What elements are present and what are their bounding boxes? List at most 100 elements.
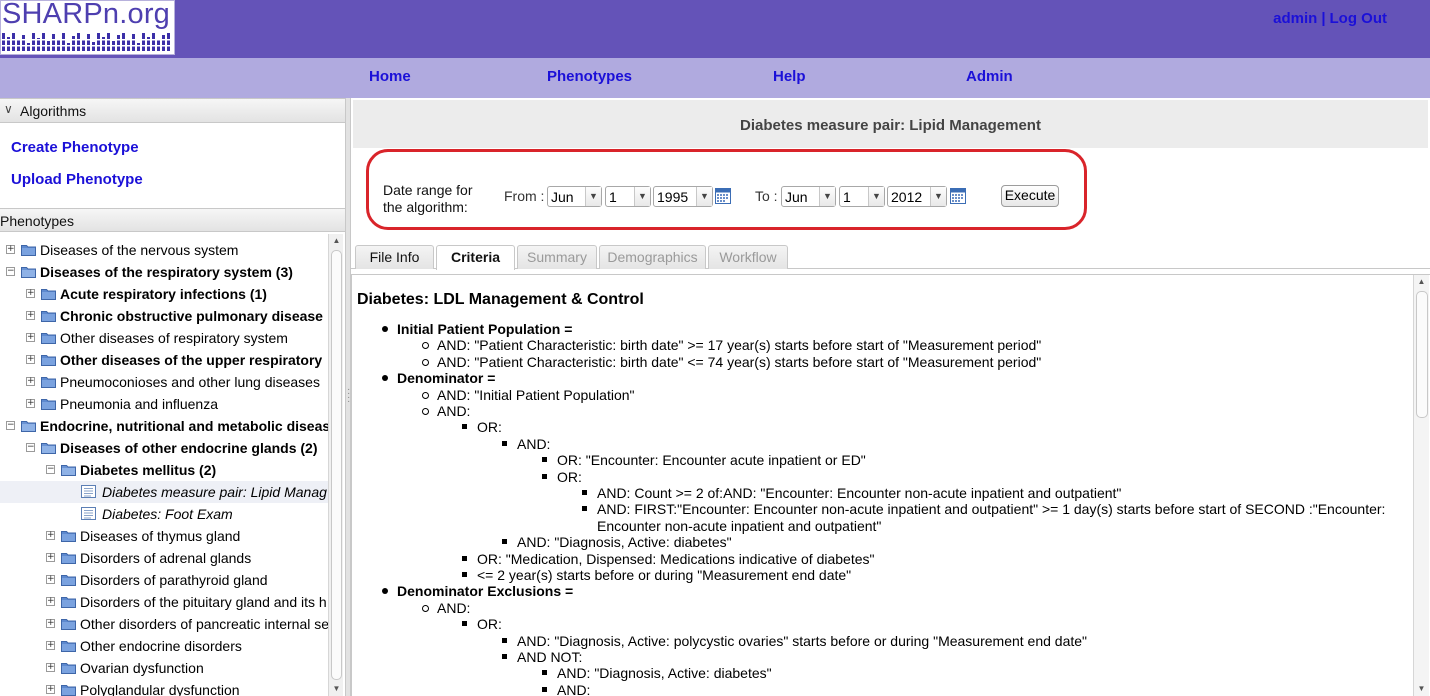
chevron-down-icon[interactable]: ▼ — [634, 187, 650, 206]
expand-icon[interactable]: + — [26, 333, 35, 342]
bullet-circle-icon — [422, 604, 429, 612]
tree-row[interactable]: + Other diseases of the upper respiratory — [0, 349, 330, 371]
tree-row[interactable]: + Acute respiratory infections (1) — [0, 283, 330, 305]
tab-summary: Summary — [517, 245, 597, 269]
chevron-down-icon[interactable]: ▼ — [930, 187, 946, 206]
criteria-line: Denominator Exclusions = — [397, 583, 574, 600]
collapse-icon[interactable]: − — [6, 421, 15, 430]
expand-icon[interactable]: + — [46, 619, 55, 628]
criteria-line: Denominator = — [397, 370, 496, 387]
criteria-line: AND NOT: — [517, 649, 583, 665]
chevron-down-icon[interactable]: ▼ — [585, 187, 601, 206]
tree-row[interactable]: − Diseases of the respiratory system (3) — [0, 261, 330, 283]
collapse-icon[interactable]: − — [26, 443, 35, 452]
criteria-line: AND: Count >= 2 of:AND: "Encounter: Enco… — [597, 485, 1122, 501]
chevron-down-icon[interactable]: ▼ — [696, 187, 712, 206]
tree-scroll-thumb[interactable] — [331, 250, 342, 680]
criteria-line: AND: — [437, 403, 471, 419]
expand-icon[interactable]: + — [26, 377, 35, 386]
tree-row[interactable]: + Diseases of the nervous system — [0, 239, 330, 261]
tree-row[interactable]: + Polyglandular dysfunction — [0, 679, 330, 696]
expand-icon[interactable]: + — [46, 641, 55, 650]
date-range-label: Date range for the algorithm: — [383, 182, 473, 216]
tab-criteria[interactable]: Criteria — [436, 245, 515, 270]
from-calendar-icon[interactable] — [715, 188, 731, 204]
nav-home[interactable]: Home — [369, 68, 411, 85]
expand-icon[interactable]: + — [26, 355, 35, 364]
expand-icon[interactable]: + — [46, 531, 55, 540]
scroll-down-icon[interactable]: ▼ — [329, 682, 344, 696]
nav-admin[interactable]: Admin — [966, 68, 1013, 85]
tree-row[interactable]: + Pneumonia and influenza — [0, 393, 330, 415]
bullet-disc-icon — [382, 375, 388, 382]
main-nav: Home Phenotypes Help Admin — [0, 58, 1430, 98]
tree-row[interactable]: + Other disorders of pancreatic internal … — [0, 613, 330, 635]
tree-row[interactable]: + Chronic obstructive pulmonary disease — [0, 305, 330, 327]
to-calendar-icon[interactable] — [950, 188, 966, 204]
from-day-select[interactable]: 1 ▼ — [605, 186, 651, 207]
expand-icon[interactable]: + — [46, 553, 55, 562]
tree-row[interactable]: + Other diseases of respiratory system — [0, 327, 330, 349]
tree-item-label: Pneumonia and influenza — [60, 396, 219, 412]
collapse-icon[interactable]: − — [6, 267, 15, 276]
sharpn-logo[interactable]: SHARPn.org — [0, 0, 175, 55]
app-header: SHARPn.org admin | Log Out — [0, 0, 1430, 58]
phenotypes-panel-header[interactable]: Phenotypes — [0, 208, 345, 232]
from-day-value: 1 — [609, 189, 617, 205]
expand-icon[interactable]: + — [46, 575, 55, 584]
create-phenotype-link[interactable]: Create Phenotype — [11, 139, 139, 156]
folder-icon — [41, 353, 56, 366]
folder-open-icon — [21, 265, 36, 278]
tree-row[interactable]: + Disorders of parathyroid gland — [0, 569, 330, 591]
content-scroll-thumb[interactable] — [1416, 291, 1428, 418]
tree-row[interactable]: + Pneumoconioses and other lung diseases — [0, 371, 330, 393]
expand-icon[interactable]: + — [26, 289, 35, 298]
upload-phenotype-link[interactable]: Upload Phenotype — [11, 171, 143, 188]
tree-row[interactable]: Diabetes measure pair: Lipid Manag — [0, 481, 330, 503]
tree-row[interactable]: + Other endocrine disorders — [0, 635, 330, 657]
collapse-chevron-icon[interactable]: ∨ — [4, 102, 13, 116]
nav-phenotypes[interactable]: Phenotypes — [547, 68, 632, 85]
expand-icon[interactable]: + — [46, 597, 55, 606]
folder-icon — [61, 683, 76, 696]
tab-file-info[interactable]: File Info — [355, 245, 434, 269]
criteria-line: AND: "Diagnosis, Active: diabetes" — [517, 534, 732, 551]
expand-icon[interactable]: + — [26, 311, 35, 320]
expand-icon[interactable]: + — [46, 663, 55, 672]
from-year-select[interactable]: 1995 ▼ — [653, 186, 713, 207]
tree-row[interactable]: + Diseases of thymus gland — [0, 525, 330, 547]
scroll-up-icon[interactable]: ▲ — [329, 234, 344, 248]
scroll-up-icon[interactable]: ▲ — [1414, 275, 1429, 289]
to-month-select[interactable]: Jun ▼ — [781, 186, 836, 207]
expand-icon[interactable]: + — [26, 399, 35, 408]
chevron-down-icon[interactable]: ▼ — [819, 187, 835, 206]
tree-row[interactable]: Diabetes: Foot Exam — [0, 503, 330, 525]
from-month-select[interactable]: Jun ▼ — [547, 186, 602, 207]
chevron-down-icon[interactable]: ▼ — [868, 187, 884, 206]
tree-row[interactable]: + Ovarian dysfunction — [0, 657, 330, 679]
collapse-icon[interactable]: − — [46, 465, 55, 474]
admin-link[interactable]: admin — [1273, 10, 1317, 27]
expand-icon[interactable]: + — [6, 245, 15, 254]
nav-help[interactable]: Help — [773, 68, 806, 85]
expand-icon[interactable]: + — [46, 685, 55, 694]
folder-icon — [61, 617, 76, 630]
criteria-line: <= 2 year(s) starts before or during "Me… — [477, 567, 852, 583]
execute-button[interactable]: Execute — [1001, 185, 1059, 207]
scroll-down-icon[interactable]: ▼ — [1414, 682, 1429, 696]
tree-scrollbar[interactable]: ▲ ▼ — [328, 234, 343, 696]
bullet-square-icon — [582, 506, 587, 512]
tree-row[interactable]: − Endocrine, nutritional and metabolic di… — [0, 415, 330, 437]
content-scrollbar[interactable]: ▲ ▼ — [1413, 275, 1429, 696]
to-year-select[interactable]: 2012 ▼ — [887, 186, 947, 207]
to-day-select[interactable]: 1 ▼ — [839, 186, 885, 207]
tree-row[interactable]: + Disorders of adrenal glands — [0, 547, 330, 569]
tree-row[interactable]: − Diabetes mellitus (2) — [0, 459, 330, 481]
algorithms-panel-header[interactable]: ∨ Algorithms — [0, 98, 345, 123]
tree-row[interactable]: + Disorders of the pituitary gland and it… — [0, 591, 330, 613]
tree-row[interactable]: − Diseases of other endocrine glands (2) — [0, 437, 330, 459]
logout-link[interactable]: Log Out — [1330, 10, 1387, 27]
criteria-line: AND: "Diagnosis, Active: polycystic ovar… — [517, 632, 1088, 649]
criteria-line: AND: — [557, 681, 591, 696]
phenotype-title-bar: Diabetes measure pair: Lipid Management — [353, 100, 1428, 148]
